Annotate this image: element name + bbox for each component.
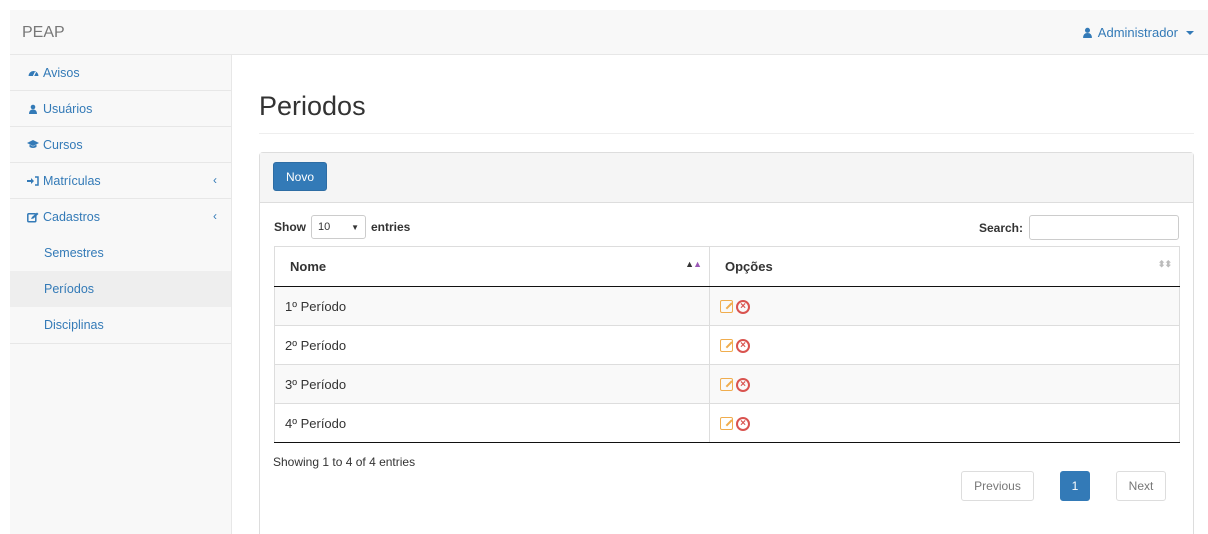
delete-icon[interactable]: × xyxy=(736,299,750,314)
cell-nome: 3º Período xyxy=(274,364,710,404)
caret-down-icon xyxy=(1186,30,1194,35)
sidebar-subitem-semestres[interactable]: Semestres xyxy=(10,235,231,271)
sidebar-subitem-periodos[interactable]: Períodos xyxy=(10,271,231,307)
column-header-opcoes[interactable]: Opções ⬍⬍ xyxy=(709,246,1180,287)
cell-options: × xyxy=(709,364,1180,404)
sidebar: Avisos Usuários Cursos Matrículas ‹ Cada… xyxy=(10,55,232,534)
sidebar-item-matriculas[interactable]: Matrículas ‹ xyxy=(10,163,231,199)
sort-both-icon: ⬍⬍ xyxy=(1157,259,1172,269)
sidebar-subitem-disciplinas[interactable]: Disciplinas xyxy=(10,307,231,343)
edit-icon[interactable] xyxy=(720,417,733,431)
edit-icon[interactable] xyxy=(720,378,733,392)
column-header-label: Opções xyxy=(725,259,773,274)
top-navbar: PEAP Administrador xyxy=(10,10,1208,55)
next-button[interactable]: Next xyxy=(1116,471,1166,501)
table-row: 4º Período × xyxy=(274,403,1180,443)
delete-icon[interactable]: × xyxy=(736,377,750,392)
chevron-left-icon: ‹ xyxy=(213,173,217,187)
sign-in-icon xyxy=(26,175,40,186)
pagination: Previous 1 Next xyxy=(961,471,1166,501)
table-info: Showing 1 to 4 of 4 entries xyxy=(273,455,416,469)
edit-icon[interactable] xyxy=(720,339,733,353)
sidebar-item-cadastros[interactable]: Cadastros ‹ xyxy=(10,199,231,235)
search-input[interactable] xyxy=(1029,215,1179,240)
page-size-select[interactable]: 10 ▼ xyxy=(311,215,366,239)
cell-options: × xyxy=(709,325,1180,365)
user-menu[interactable]: Administrador xyxy=(1082,25,1194,40)
edit-icon[interactable] xyxy=(720,300,733,314)
periods-table: Nome ▲▲ Opções ⬍⬍ 1º Período × 2º Períod… xyxy=(274,246,1180,443)
show-label: Show xyxy=(274,220,306,234)
cell-options: × xyxy=(709,403,1180,443)
sidebar-item-label: Matrículas xyxy=(43,173,101,188)
new-button[interactable]: Novo xyxy=(273,162,328,191)
sidebar-item-avisos[interactable]: Avisos xyxy=(10,55,231,91)
user-icon xyxy=(26,104,40,114)
table-row: 3º Período × xyxy=(274,364,1180,404)
cell-nome: 4º Período xyxy=(274,403,710,443)
search-label: Search: xyxy=(978,220,1023,235)
delete-icon[interactable]: × xyxy=(736,416,750,431)
user-name: Administrador xyxy=(1097,25,1178,40)
column-header-nome[interactable]: Nome ▲▲ xyxy=(274,246,710,287)
title-divider xyxy=(259,133,1194,134)
page-title: Periodos xyxy=(259,91,366,121)
sort-ascending-icon: ▲▲ xyxy=(685,259,702,269)
cell-options: × xyxy=(709,286,1180,326)
sidebar-item-usuarios[interactable]: Usuários xyxy=(10,91,231,127)
sidebar-item-cursos[interactable]: Cursos xyxy=(10,127,231,163)
page-size-control: Show 10 ▼ entries xyxy=(274,215,410,239)
edit-icon xyxy=(26,212,40,223)
table-row: 2º Período × xyxy=(274,325,1180,365)
table-header-row: Nome ▲▲ Opções ⬍⬍ xyxy=(274,246,1180,287)
content-panel: Novo Show 10 ▼ entries Search: Nome ▲▲ O… xyxy=(259,152,1194,534)
brand-logo[interactable]: PEAP xyxy=(22,24,65,42)
sidebar-item-label: Cursos xyxy=(43,137,83,152)
sidebar-item-label: Avisos xyxy=(43,65,80,80)
cell-nome: 1º Período xyxy=(274,286,710,326)
table-row: 1º Período × xyxy=(274,286,1180,326)
entries-label: entries xyxy=(371,220,411,234)
panel-header: Novo xyxy=(260,153,1193,203)
dashboard-icon xyxy=(26,68,40,77)
page-1-button[interactable]: 1 xyxy=(1060,471,1090,501)
delete-icon[interactable]: × xyxy=(736,338,750,353)
column-header-label: Nome xyxy=(290,259,327,274)
previous-button[interactable]: Previous xyxy=(961,471,1034,501)
chevron-left-icon: ‹ xyxy=(213,209,217,223)
sidebar-item-label: Usuários xyxy=(43,101,93,116)
dropdown-arrow-icon: ▼ xyxy=(351,222,359,232)
cell-nome: 2º Período xyxy=(274,325,710,365)
user-icon xyxy=(1082,27,1092,38)
page-size-value: 10 xyxy=(318,221,331,233)
sidebar-submenu-cadastros: Semestres Períodos Disciplinas xyxy=(10,235,231,344)
search-control: Search: xyxy=(979,215,1179,240)
sidebar-item-label: Cadastros xyxy=(43,210,100,224)
graduation-cap-icon xyxy=(26,140,40,149)
